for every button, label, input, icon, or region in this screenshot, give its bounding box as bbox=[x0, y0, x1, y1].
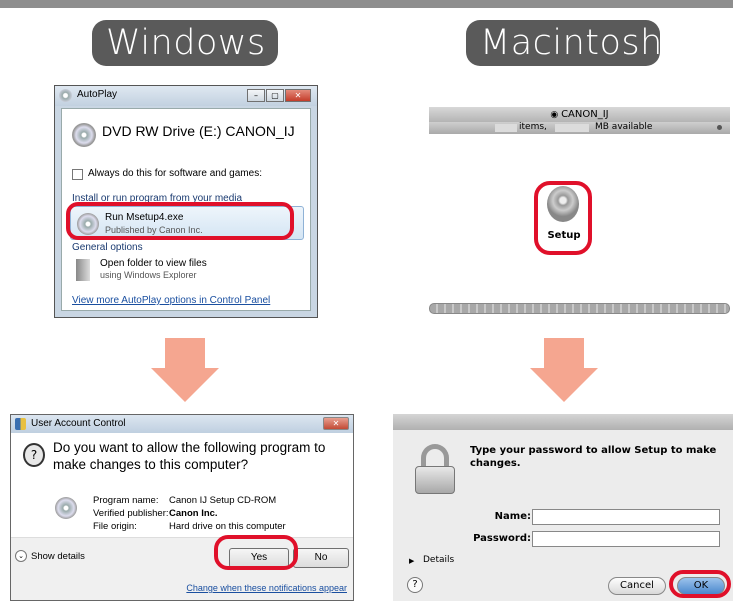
details-label[interactable]: Details bbox=[423, 555, 454, 565]
autoplay-disc-icon bbox=[59, 89, 72, 102]
windows-down-arrow bbox=[151, 338, 219, 402]
close-button[interactable]: ✕ bbox=[285, 89, 311, 102]
minimize-button[interactable]: – bbox=[247, 89, 265, 102]
ok-highlight bbox=[669, 570, 731, 598]
uac-program-icon bbox=[55, 497, 77, 519]
auth-message: Type your password to allow Setup to mak… bbox=[470, 445, 717, 469]
drive-label: DVD RW Drive (E:) CANON_IJ bbox=[102, 123, 295, 139]
folder-icon bbox=[76, 259, 90, 281]
always-do-checkbox[interactable] bbox=[72, 169, 83, 180]
mac-down-arrow bbox=[530, 338, 598, 402]
password-field[interactable] bbox=[532, 531, 720, 547]
lock-icon bbox=[413, 444, 457, 496]
details-disclosure-icon[interactable]: ▶ bbox=[409, 557, 414, 565]
more-autoplay-options-link[interactable]: View more AutoPlay options in Control Pa… bbox=[72, 295, 270, 306]
uac-shield-icon: ? bbox=[23, 443, 45, 467]
macintosh-heading: Macintosh bbox=[466, 20, 662, 66]
finder-available-label: MB available bbox=[595, 122, 653, 132]
file-origin-label: File origin: bbox=[93, 521, 137, 532]
finder-items-label: items, bbox=[519, 122, 547, 132]
open-folder-option[interactable]: Open folder to view files using Windows … bbox=[70, 255, 304, 285]
top-divider-bar bbox=[0, 0, 733, 8]
help-button[interactable]: ? bbox=[407, 577, 423, 593]
change-notifications-link[interactable]: Change when these notifications appear bbox=[186, 583, 347, 593]
always-do-label: Always do this for software and games: bbox=[88, 168, 262, 179]
file-origin-value: Hard drive on this computer bbox=[169, 521, 286, 532]
uac-shield-small-icon bbox=[15, 418, 26, 430]
password-label: Password: bbox=[473, 533, 531, 544]
autoplay-titlebar: AutoPlay – ▢ ✕ bbox=[55, 86, 317, 106]
maximize-button[interactable]: ▢ bbox=[266, 89, 284, 102]
general-options-heading: General options bbox=[72, 242, 143, 253]
show-details-chevron-icon[interactable]: ⌄ bbox=[15, 550, 27, 562]
auth-titlebar bbox=[393, 414, 733, 430]
uac-close-button[interactable]: ✕ bbox=[323, 417, 349, 430]
windows-heading: Windows bbox=[92, 20, 278, 66]
finder-title: CANON_IJ bbox=[561, 109, 609, 120]
uac-title: User Account Control bbox=[31, 418, 126, 429]
finder-status-dot bbox=[717, 125, 722, 130]
name-label: Name: bbox=[494, 511, 531, 522]
setup-highlight bbox=[534, 181, 592, 255]
show-details-link[interactable]: Show details bbox=[31, 551, 85, 562]
program-name-label: Program name: bbox=[93, 495, 159, 506]
yes-highlight bbox=[214, 535, 298, 570]
publisher-label: Verified publisher: bbox=[93, 508, 169, 519]
open-folder-label: Open folder to view files bbox=[100, 258, 207, 269]
no-button[interactable]: No bbox=[293, 548, 349, 568]
finder-items-count-redacted bbox=[495, 124, 517, 132]
publisher-value: Canon Inc. bbox=[169, 508, 218, 519]
finder-progress-bar bbox=[429, 303, 730, 314]
uac-question: Do you want to allow the following progr… bbox=[53, 440, 326, 472]
autoplay-title: AutoPlay bbox=[77, 89, 118, 100]
run-msetup-highlight bbox=[66, 202, 294, 240]
program-name-value: Canon IJ Setup CD-ROM bbox=[169, 495, 277, 506]
uac-dialog: User Account Control ✕ ? Do you want to … bbox=[10, 414, 354, 601]
cancel-button[interactable]: Cancel bbox=[608, 577, 666, 595]
name-field[interactable] bbox=[532, 509, 720, 525]
open-folder-sublabel: using Windows Explorer bbox=[100, 270, 197, 280]
finder-mb-redacted bbox=[555, 124, 589, 132]
finder-disc-icon: ◉ bbox=[550, 110, 562, 120]
dvd-drive-icon bbox=[72, 123, 96, 147]
